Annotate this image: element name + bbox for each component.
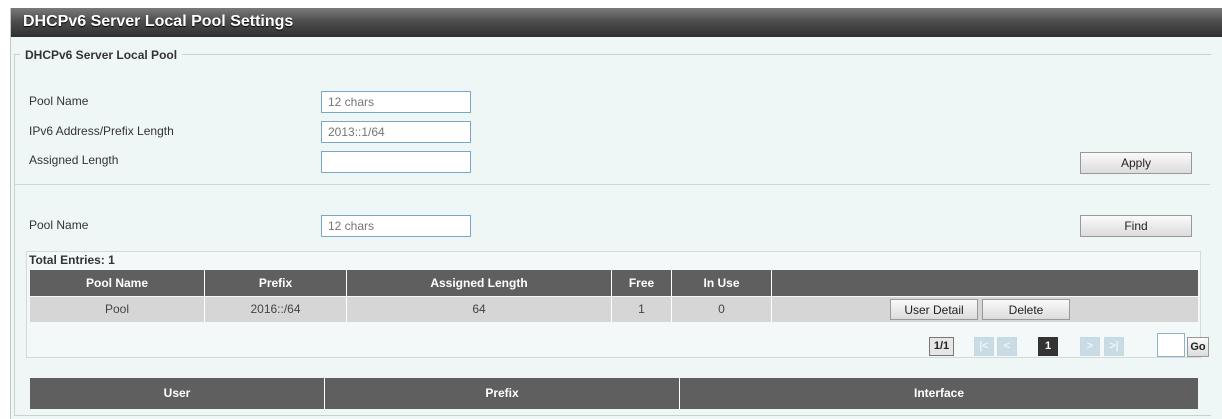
page-number-input[interactable] — [1157, 333, 1185, 357]
ipv6-prefix-label: IPv6 Address/Prefix Length — [29, 124, 174, 138]
find-pool-name-input[interactable] — [321, 215, 471, 237]
col-pool-name: Pool Name — [30, 270, 205, 296]
page-title: DHCPv6 Server Local Pool Settings — [23, 13, 294, 30]
find-button[interactable]: Find — [1080, 215, 1192, 237]
cell-in-use: 0 — [672, 297, 772, 322]
cell-assigned-length: 64 — [347, 297, 612, 322]
col-in-use: In Use — [672, 270, 772, 296]
pool-fieldset — [14, 54, 1211, 416]
prev-page-button[interactable]: < — [997, 337, 1017, 356]
user-detail-button[interactable]: User Detail — [890, 299, 978, 320]
last-page-button[interactable]: >| — [1104, 337, 1124, 356]
divider — [14, 184, 1210, 185]
page-indicator: 1/1 — [929, 337, 954, 356]
col-free: Free — [612, 270, 672, 296]
section-legend: DHCPv6 Server Local Pool — [20, 48, 183, 62]
user-table-header: User Prefix Interface — [30, 378, 1198, 409]
assigned-length-label: Assigned Length — [29, 153, 119, 167]
pool-name-input[interactable] — [321, 91, 471, 113]
pool-table-header: Pool Name Prefix Assigned Length Free In… — [30, 270, 1198, 296]
go-button[interactable]: Go — [1187, 337, 1209, 357]
page-1-button[interactable]: 1 — [1038, 337, 1058, 356]
col-actions — [772, 270, 1198, 296]
pool-name-label: Pool Name — [29, 94, 89, 108]
total-entries: Total Entries: 1 — [29, 253, 115, 267]
find-pool-name-label: Pool Name — [29, 218, 89, 232]
assigned-length-input[interactable] — [321, 151, 471, 173]
cell-free: 1 — [612, 297, 672, 322]
apply-button[interactable]: Apply — [1080, 152, 1192, 174]
cell-pool-name: Pool — [30, 297, 205, 322]
delete-button[interactable]: Delete — [982, 299, 1070, 320]
col-user: User — [30, 378, 325, 409]
ipv6-prefix-input[interactable] — [321, 121, 471, 143]
col-prefix: Prefix — [205, 270, 347, 296]
cell-actions: User Detail Delete — [772, 297, 1198, 322]
col-interface: Interface — [913, 386, 965, 400]
title-bar: DHCPv6 Server Local Pool Settings — [11, 8, 1222, 37]
col-user-prefix: Prefix — [325, 378, 680, 409]
first-page-button[interactable]: |< — [974, 337, 994, 356]
cell-prefix: 2016::/64 — [205, 297, 347, 322]
table-row: Pool 2016::/64 64 1 0 User Detail Delete — [30, 297, 1198, 322]
next-page-button[interactable]: > — [1080, 337, 1100, 356]
col-assigned-length: Assigned Length — [347, 270, 612, 296]
